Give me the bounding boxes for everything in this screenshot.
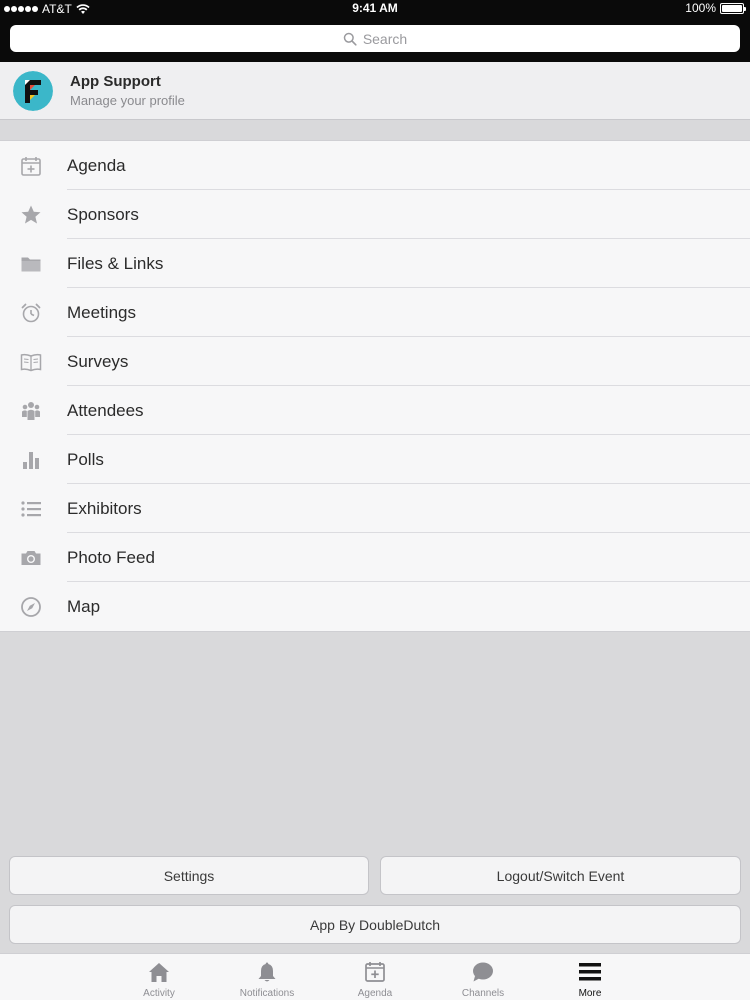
menu-item-label: Sponsors bbox=[67, 204, 139, 224]
calendar-plus-icon bbox=[19, 154, 43, 178]
battery-icon bbox=[720, 2, 746, 14]
tab-label: Agenda bbox=[357, 988, 393, 999]
tab-agenda[interactable]: Agenda bbox=[330, 954, 420, 1000]
menu-item-meetings[interactable]: Meetings bbox=[0, 288, 750, 337]
camera-icon bbox=[19, 546, 43, 570]
search-input[interactable]: Search bbox=[10, 25, 740, 52]
home-icon bbox=[149, 963, 169, 982]
status-bar: AT&T 9:41 AM 100% bbox=[0, 0, 750, 18]
battery-percent: 100% bbox=[685, 1, 716, 15]
menu-item-label: Files & Links bbox=[67, 253, 164, 273]
folder-icon bbox=[19, 252, 43, 276]
alarm-clock-icon bbox=[19, 301, 43, 325]
menu-item-label: Photo Feed bbox=[67, 547, 155, 567]
hamburger-menu-icon bbox=[579, 963, 601, 981]
status-time: 9:41 AM bbox=[352, 1, 398, 15]
chat-bubble-icon bbox=[473, 962, 493, 982]
menu-item-label: Polls bbox=[67, 449, 104, 469]
menu-item-sponsors[interactable]: Sponsors bbox=[0, 190, 750, 239]
top-bar: AT&T 9:41 AM 100% Search bbox=[0, 0, 750, 62]
menu-item-files-links[interactable]: Files & Links bbox=[0, 239, 750, 288]
bell-icon bbox=[258, 962, 276, 982]
search-icon bbox=[343, 32, 357, 46]
menu-item-agenda[interactable]: Agenda bbox=[0, 141, 750, 190]
people-icon bbox=[19, 399, 43, 423]
menu-item-surveys[interactable]: Surveys bbox=[0, 337, 750, 386]
star-icon bbox=[19, 203, 43, 227]
status-right: 100% bbox=[685, 1, 746, 15]
menu-item-label: Attendees bbox=[67, 400, 144, 420]
menu-item-attendees[interactable]: Attendees bbox=[0, 386, 750, 435]
tab-label: Notifications bbox=[239, 988, 295, 999]
menu-item-label: Surveys bbox=[67, 351, 129, 371]
menu-item-polls[interactable]: Polls bbox=[0, 435, 750, 484]
search-placeholder: Search bbox=[362, 30, 408, 47]
tab-label: More bbox=[578, 988, 602, 999]
profile-name: App Support bbox=[70, 73, 161, 90]
tab-label: Activity bbox=[143, 988, 175, 999]
more-menu-list: Agenda Sponsors Files & Links Meetings S… bbox=[0, 140, 750, 632]
bar-chart-icon bbox=[19, 448, 43, 472]
compass-icon bbox=[19, 595, 43, 619]
menu-item-label: Meetings bbox=[67, 302, 136, 322]
settings-button-label: Settings bbox=[163, 867, 215, 884]
tab-channels[interactable]: Channels bbox=[438, 954, 528, 1000]
logout-button-label: Logout/Switch Event bbox=[496, 867, 625, 884]
book-icon bbox=[19, 350, 43, 374]
avatar bbox=[13, 71, 53, 111]
logout-switch-event-button[interactable]: Logout/Switch Event bbox=[380, 856, 741, 895]
menu-item-label: Exhibitors bbox=[67, 498, 142, 518]
tab-label: Channels bbox=[461, 988, 505, 999]
tab-activity[interactable]: Activity bbox=[114, 954, 204, 1000]
profile-row[interactable]: App Support Manage your profile bbox=[0, 62, 750, 120]
menu-item-label: Agenda bbox=[67, 155, 126, 175]
app-by-button-label: App By DoubleDutch bbox=[310, 916, 440, 933]
settings-button[interactable]: Settings bbox=[9, 856, 369, 895]
tab-notifications[interactable]: Notifications bbox=[222, 954, 312, 1000]
menu-item-map[interactable]: Map bbox=[0, 582, 750, 631]
profile-subtitle: Manage your profile bbox=[70, 93, 185, 108]
menu-item-label: Map bbox=[67, 596, 101, 616]
tab-bar: Activity Notifications Agenda Channels M… bbox=[0, 953, 750, 1000]
menu-item-photo-feed[interactable]: Photo Feed bbox=[0, 533, 750, 582]
menu-item-exhibitors[interactable]: Exhibitors bbox=[0, 484, 750, 533]
tab-more[interactable]: More bbox=[545, 954, 635, 1000]
calendar-plus-icon bbox=[365, 962, 385, 982]
list-icon bbox=[19, 497, 43, 521]
app-by-doubledutch-button[interactable]: App By DoubleDutch bbox=[9, 905, 741, 944]
